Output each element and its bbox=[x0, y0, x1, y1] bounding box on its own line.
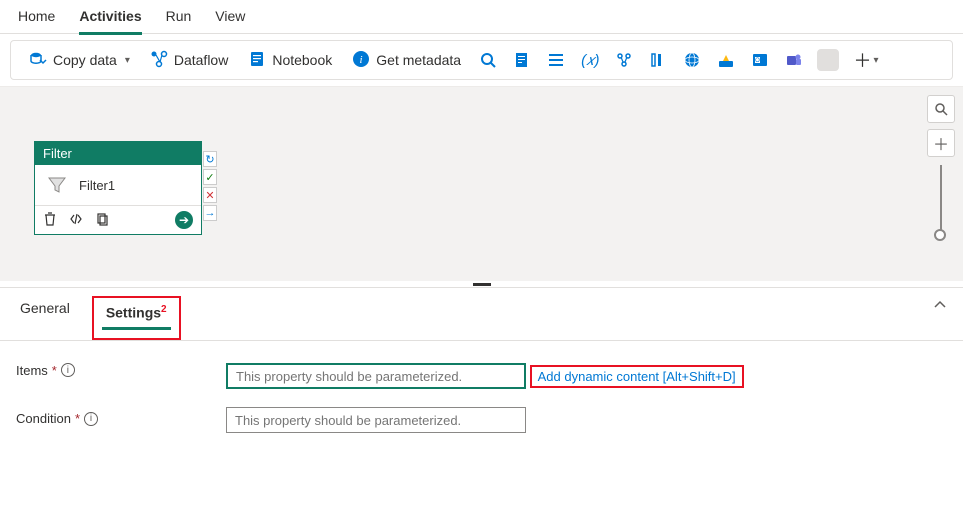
filter-icon bbox=[45, 173, 69, 197]
web-icon[interactable] bbox=[677, 47, 707, 73]
copy-data-label: Copy data bbox=[53, 52, 117, 68]
svg-text:O: O bbox=[756, 58, 761, 64]
required-mark: * bbox=[75, 411, 80, 426]
pipeline-icon[interactable] bbox=[609, 47, 639, 73]
notebook-icon bbox=[248, 50, 266, 71]
panel-resize-handle[interactable] bbox=[0, 281, 963, 287]
panel-tab-settings[interactable]: Settings2 bbox=[102, 300, 171, 330]
notebook-button[interactable]: Notebook bbox=[240, 46, 340, 75]
outlook-icon[interactable]: O bbox=[745, 47, 775, 73]
variable-icon[interactable]: (𝑥) bbox=[575, 48, 605, 73]
port-retry-icon[interactable]: ↻ bbox=[203, 151, 217, 167]
info-icon[interactable]: i bbox=[84, 412, 98, 426]
dataflow-label: Dataflow bbox=[174, 52, 228, 68]
tab-view[interactable]: View bbox=[215, 6, 245, 32]
pipeline-canvas[interactable]: Filter Filter1 ➔ bbox=[0, 86, 963, 281]
script-icon[interactable] bbox=[507, 47, 537, 73]
tab-home[interactable]: Home bbox=[18, 6, 55, 32]
copy-icon[interactable] bbox=[95, 212, 109, 229]
condition-label: Condition bbox=[16, 411, 71, 426]
canvas-search-icon[interactable] bbox=[927, 95, 955, 123]
activity-node[interactable]: Filter Filter1 ➔ bbox=[34, 141, 217, 235]
condition-input[interactable] bbox=[226, 407, 526, 433]
settings-label: Settings bbox=[106, 305, 161, 321]
node-name: Filter1 bbox=[79, 178, 115, 193]
get-metadata-button[interactable]: i Get metadata bbox=[344, 46, 469, 75]
port-skip-icon[interactable]: → bbox=[203, 205, 217, 221]
canvas-add-icon[interactable]: ＋ bbox=[927, 129, 955, 157]
items-label: Items bbox=[16, 363, 48, 378]
bracket-icon[interactable] bbox=[643, 47, 673, 73]
items-input[interactable] bbox=[226, 363, 526, 389]
activities-toolbar: Copy data ▾ Dataflow Notebook i Get meta… bbox=[10, 40, 953, 80]
chevron-down-icon: ▾ bbox=[125, 55, 130, 66]
add-dynamic-content-link[interactable]: Add dynamic content [Alt+Shift+D] bbox=[530, 365, 744, 388]
properties-panel: General Settings2 Items * i Add dynamic … bbox=[0, 287, 963, 469]
node-type: Filter bbox=[35, 142, 201, 165]
port-success-icon[interactable]: ✓ bbox=[203, 169, 217, 185]
copy-data-icon bbox=[29, 50, 47, 71]
lookup-icon[interactable] bbox=[473, 47, 503, 73]
notebook-label: Notebook bbox=[272, 52, 332, 68]
tab-run[interactable]: Run bbox=[166, 6, 192, 32]
info-icon: i bbox=[352, 50, 370, 71]
get-metadata-label: Get metadata bbox=[376, 52, 461, 68]
collapse-panel-icon[interactable] bbox=[933, 298, 947, 315]
tab-activities[interactable]: Activities bbox=[79, 6, 141, 35]
settings-badge: 2 bbox=[161, 304, 167, 315]
svg-text:i: i bbox=[360, 54, 363, 66]
settings-form: Items * i Add dynamic content [Alt+Shift… bbox=[0, 341, 963, 470]
required-mark: * bbox=[52, 363, 57, 378]
main-tabs: Home Activities Run View bbox=[0, 0, 963, 34]
dataflow-icon bbox=[150, 50, 168, 71]
canvas-side-tools: ＋ bbox=[927, 95, 955, 235]
zoom-thumb[interactable] bbox=[934, 229, 946, 241]
port-fail-icon[interactable]: ✕ bbox=[203, 187, 217, 203]
panel-tab-general[interactable]: General bbox=[16, 296, 74, 340]
zoom-slider[interactable] bbox=[940, 165, 942, 235]
list-icon[interactable] bbox=[541, 47, 571, 73]
delete-icon[interactable] bbox=[43, 212, 57, 229]
code-icon[interactable] bbox=[69, 212, 83, 229]
teams-icon[interactable] bbox=[779, 47, 809, 73]
dataflow-button[interactable]: Dataflow bbox=[142, 46, 236, 75]
divider bbox=[817, 49, 839, 71]
semantic-icon[interactable] bbox=[711, 47, 741, 73]
node-ports: ↻ ✓ ✕ → bbox=[203, 151, 217, 235]
copy-data-button[interactable]: Copy data ▾ bbox=[21, 46, 138, 75]
add-activity-button[interactable]: ＋▾ bbox=[847, 43, 884, 77]
highlight-settings: Settings2 bbox=[92, 296, 181, 340]
chevron-down-icon: ▾ bbox=[873, 55, 878, 66]
info-icon[interactable]: i bbox=[61, 363, 75, 377]
run-icon[interactable]: ➔ bbox=[175, 211, 193, 229]
